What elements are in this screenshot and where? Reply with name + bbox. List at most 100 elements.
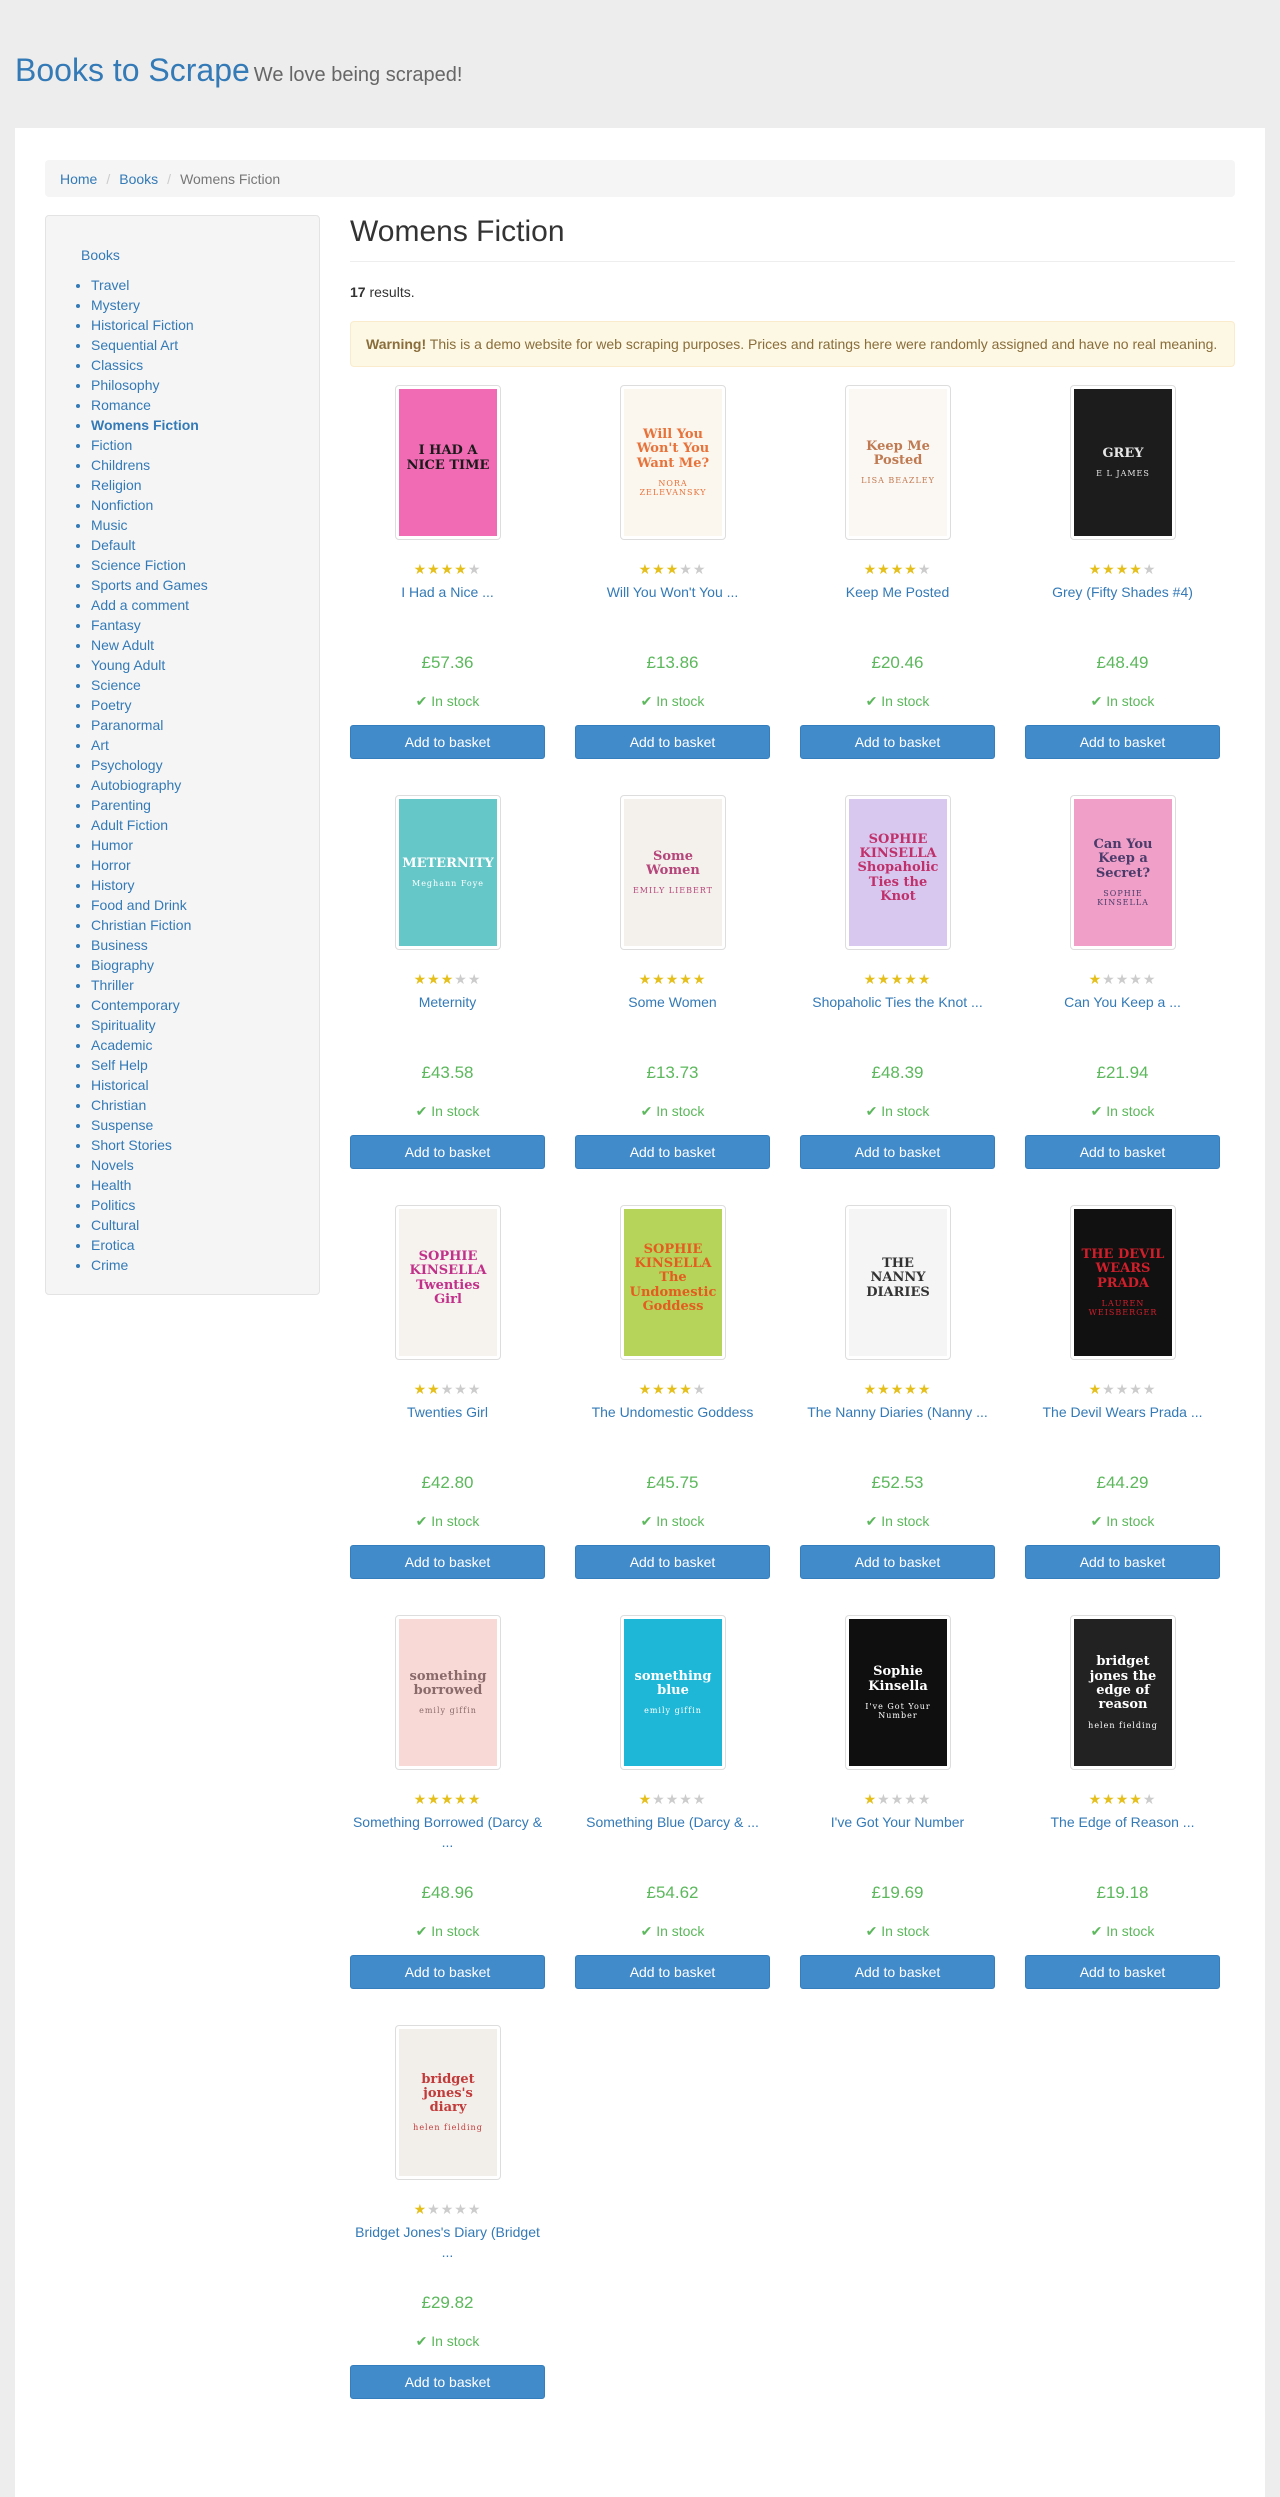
sidebar-item-link[interactable]: Spirituality xyxy=(91,1017,156,1033)
book-title-link[interactable]: The Devil Wears Prada ... xyxy=(1025,1402,1220,1422)
sidebar-item-link[interactable]: Sports and Games xyxy=(91,577,208,593)
book-title-link[interactable]: The Nanny Diaries (Nanny ... xyxy=(800,1402,995,1422)
sidebar-item-link[interactable]: Christian xyxy=(91,1097,146,1113)
book-title-link[interactable]: Grey (Fifty Shades #4) xyxy=(1025,582,1220,602)
book-title-link[interactable]: Bridget Jones's Diary (Bridget ... xyxy=(350,2222,545,2262)
book-cover-link[interactable]: something blue emily giffin xyxy=(620,1615,726,1770)
add-to-basket-button[interactable]: Add to basket xyxy=(350,725,545,759)
sidebar-item-link[interactable]: Mystery xyxy=(91,297,140,313)
sidebar-item-link[interactable]: Politics xyxy=(91,1197,135,1213)
sidebar-item-link[interactable]: Adult Fiction xyxy=(91,817,168,833)
book-cover-link[interactable]: GREY E L JAMES xyxy=(1070,385,1176,540)
book-cover-link[interactable]: Keep Me Posted LISA BEAZLEY xyxy=(845,385,951,540)
book-title-link[interactable]: I've Got Your Number xyxy=(800,1812,995,1832)
book-title-link[interactable]: The Edge of Reason ... xyxy=(1025,1812,1220,1832)
book-cover-link[interactable]: Can You Keep a Secret? SOPHIE KINSELLA xyxy=(1070,795,1176,950)
sidebar-item-link[interactable]: Default xyxy=(91,537,135,553)
sidebar-item-link[interactable]: Travel xyxy=(91,277,129,293)
book-cover-link[interactable]: Sophie Kinsella I've Got Your Number xyxy=(845,1615,951,1770)
book-cover-link[interactable]: SOPHIE KINSELLA Shopaholic Ties the Knot xyxy=(845,795,951,950)
sidebar-item-link[interactable]: Music xyxy=(91,517,128,533)
add-to-basket-button[interactable]: Add to basket xyxy=(800,725,995,759)
sidebar-item-link[interactable]: Paranormal xyxy=(91,717,163,733)
add-to-basket-button[interactable]: Add to basket xyxy=(575,1545,770,1579)
sidebar-item-link[interactable]: Sequential Art xyxy=(91,337,178,353)
book-title-link[interactable]: Keep Me Posted xyxy=(800,582,995,602)
sidebar-item-link[interactable]: Classics xyxy=(91,357,143,373)
add-to-basket-button[interactable]: Add to basket xyxy=(800,1955,995,1989)
sidebar-item-link[interactable]: Crime xyxy=(91,1257,128,1273)
book-cover-link[interactable]: SOPHIE KINSELLA The Undomestic Goddess xyxy=(620,1205,726,1360)
add-to-basket-button[interactable]: Add to basket xyxy=(1025,1135,1220,1169)
breadcrumb-home-link[interactable]: Home xyxy=(60,171,97,187)
sidebar-root-link[interactable]: Books xyxy=(46,235,319,265)
sidebar-item-link[interactable]: Cultural xyxy=(91,1217,139,1233)
sidebar-item-link[interactable]: Short Stories xyxy=(91,1137,172,1153)
book-title-link[interactable]: Shopaholic Ties the Knot ... xyxy=(800,992,995,1012)
book-cover-link[interactable]: Some Women EMILY LIEBERT xyxy=(620,795,726,950)
sidebar-item-link[interactable]: Philosophy xyxy=(91,377,160,393)
book-title-link[interactable]: Meternity xyxy=(350,992,545,1012)
sidebar-item-link[interactable]: Business xyxy=(91,937,148,953)
sidebar-item-link[interactable]: Romance xyxy=(91,397,151,413)
sidebar-item-link[interactable]: Fantasy xyxy=(91,617,141,633)
book-cover-link[interactable]: Will You Won't You Want Me? NORA ZELEVANS… xyxy=(620,385,726,540)
sidebar-item-link[interactable]: Art xyxy=(91,737,109,753)
add-to-basket-button[interactable]: Add to basket xyxy=(575,725,770,759)
book-cover-link[interactable]: bridget jones the edge of reason helen fi… xyxy=(1070,1615,1176,1770)
sidebar-item-link[interactable]: Horror xyxy=(91,857,131,873)
add-to-basket-button[interactable]: Add to basket xyxy=(1025,1955,1220,1989)
sidebar-item-link[interactable]: History xyxy=(91,877,135,893)
sidebar-item-link[interactable]: Psychology xyxy=(91,757,163,773)
sidebar-item-link[interactable]: Young Adult xyxy=(91,657,165,673)
add-to-basket-button[interactable]: Add to basket xyxy=(350,1135,545,1169)
sidebar-item-link[interactable]: Nonfiction xyxy=(91,497,153,513)
sidebar-item-link[interactable]: Historical xyxy=(91,1077,149,1093)
sidebar-item-link[interactable]: Biography xyxy=(91,957,154,973)
book-cover-link[interactable]: METERNITY Meghann Foye xyxy=(395,795,501,950)
sidebar-item-link[interactable]: Poetry xyxy=(91,697,131,713)
sidebar-item-link[interactable]: Childrens xyxy=(91,457,150,473)
add-to-basket-button[interactable]: Add to basket xyxy=(575,1135,770,1169)
sidebar-item-link[interactable]: Fiction xyxy=(91,437,132,453)
sidebar-item-link[interactable]: Food and Drink xyxy=(91,897,187,913)
book-cover-link[interactable]: I HAD A NICE TIME xyxy=(395,385,501,540)
book-cover-link[interactable]: something borrowed emily giffin xyxy=(395,1615,501,1770)
sidebar-item-link[interactable]: Contemporary xyxy=(91,997,180,1013)
sidebar-item-link[interactable]: Historical Fiction xyxy=(91,317,194,333)
add-to-basket-button[interactable]: Add to basket xyxy=(800,1135,995,1169)
book-title-link[interactable]: Something Borrowed (Darcy & ... xyxy=(350,1812,545,1852)
sidebar-item-link[interactable]: Science xyxy=(91,677,141,693)
add-to-basket-button[interactable]: Add to basket xyxy=(350,1955,545,1989)
sidebar-item-link[interactable]: Academic xyxy=(91,1037,152,1053)
book-cover-link[interactable]: bridget jones's diary helen fielding xyxy=(395,2025,501,2180)
sidebar-item-link[interactable]: Thriller xyxy=(91,977,134,993)
add-to-basket-button[interactable]: Add to basket xyxy=(800,1545,995,1579)
add-to-basket-button[interactable]: Add to basket xyxy=(350,1545,545,1579)
brand-link[interactable]: Books to Scrape xyxy=(15,52,250,88)
sidebar-item-link[interactable]: Science Fiction xyxy=(91,557,186,573)
book-title-link[interactable]: Will You Won't You ... xyxy=(575,582,770,602)
add-to-basket-button[interactable]: Add to basket xyxy=(1025,1545,1220,1579)
sidebar-item-link[interactable]: New Adult xyxy=(91,637,154,653)
add-to-basket-button[interactable]: Add to basket xyxy=(575,1955,770,1989)
book-cover-link[interactable]: SOPHIE KINSELLA Twenties Girl xyxy=(395,1205,501,1360)
book-title-link[interactable]: Can You Keep a ... xyxy=(1025,992,1220,1012)
book-cover-link[interactable]: THE NANNY DIARIES xyxy=(845,1205,951,1360)
book-title-link[interactable]: Some Women xyxy=(575,992,770,1012)
book-title-link[interactable]: Twenties Girl xyxy=(350,1402,545,1422)
sidebar-item-link[interactable]: Parenting xyxy=(91,797,151,813)
sidebar-item-link[interactable]: Add a comment xyxy=(91,597,189,613)
book-title-link[interactable]: I Had a Nice ... xyxy=(350,582,545,602)
sidebar-item-link[interactable]: Autobiography xyxy=(91,777,181,793)
sidebar-item-link[interactable]: Health xyxy=(91,1177,131,1193)
book-title-link[interactable]: The Undomestic Goddess xyxy=(575,1402,770,1422)
sidebar-item-link[interactable]: Womens Fiction xyxy=(91,417,199,433)
sidebar-item-link[interactable]: Religion xyxy=(91,477,142,493)
sidebar-item-link[interactable]: Erotica xyxy=(91,1237,135,1253)
add-to-basket-button[interactable]: Add to basket xyxy=(350,2365,545,2399)
sidebar-item-link[interactable]: Self Help xyxy=(91,1057,148,1073)
sidebar-item-link[interactable]: Novels xyxy=(91,1157,134,1173)
sidebar-item-link[interactable]: Humor xyxy=(91,837,133,853)
breadcrumb-books-link[interactable]: Books xyxy=(119,171,158,187)
